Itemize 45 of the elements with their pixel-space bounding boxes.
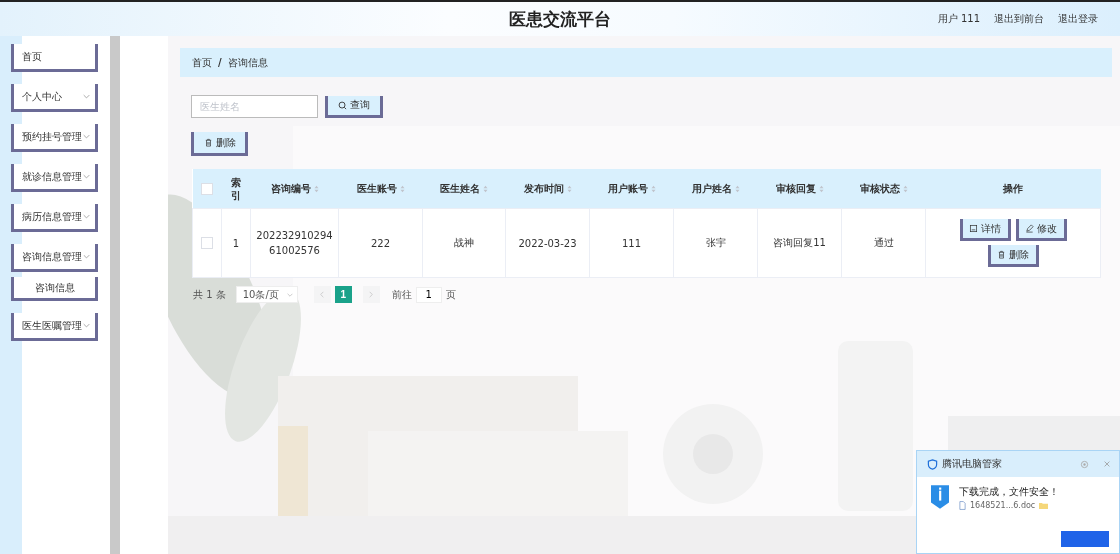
edit-button[interactable]: 修改 <box>1015 219 1067 241</box>
table-cell: 2022-03-23 <box>518 237 577 249</box>
search-button[interactable]: 查询 <box>325 95 383 118</box>
sidebar-item[interactable]: 首页 <box>11 44 98 72</box>
breadcrumb-link[interactable]: 首页 <box>192 55 212 70</box>
column-header[interactable]: 用户账号 <box>607 181 648 196</box>
table-cell: 111 <box>621 237 642 249</box>
sidebar-item[interactable]: 个人中心 <box>11 84 98 112</box>
column-header[interactable]: 发布时间 <box>523 181 564 196</box>
column-header[interactable]: 医生姓名 <box>440 181 480 196</box>
column-header[interactable]: 医生账号 <box>356 181 397 196</box>
column-header[interactable]: 审核回复 <box>775 181 816 196</box>
goto-label: 前往 <box>391 287 412 302</box>
sidebar-item[interactable]: 病历信息管理 <box>11 204 98 232</box>
breadcrumb-separator: / <box>218 57 222 68</box>
column-header[interactable]: 审核状态 <box>859 181 900 196</box>
table-cell: 战神 <box>454 237 474 248</box>
sidebar-item[interactable]: 医生医嘱管理 <box>11 313 98 341</box>
table-cell: 张宇 <box>705 237 726 248</box>
header-link[interactable]: 退出登录 <box>1058 12 1098 26</box>
header-link[interactable]: 退出到前台 <box>994 12 1044 26</box>
page-suffix: 页 <box>445 287 456 302</box>
breadcrumb-link[interactable]: 咨询信息 <box>227 55 268 70</box>
sidebar-item[interactable]: 预约挂号管理 <box>11 124 98 152</box>
table-cell: 咨询回复11 <box>773 237 826 248</box>
header-link[interactable]: 用户 111 <box>937 12 980 26</box>
sidebar-subitem[interactable]: 咨询信息 <box>11 277 98 301</box>
notification-title: 腾讯电脑管家 <box>942 457 1003 471</box>
detail-button[interactable]: 详情 <box>959 219 1011 241</box>
column-header[interactable]: 用户姓名 <box>691 181 732 196</box>
app-title: 医患交流平台 <box>509 7 611 31</box>
column-header[interactable]: 咨询编号 <box>270 181 311 196</box>
notification-message: 下载完成，文件安全！ <box>959 485 1059 499</box>
file-link[interactable]: 1648521...6.doc <box>970 501 1036 510</box>
page-size-select[interactable]: 10条/页 <box>235 286 298 303</box>
table-cell-text: 20223291029461002576 <box>255 229 334 258</box>
table-cell: 222 <box>370 237 391 249</box>
sidebar-item[interactable]: 就诊信息管理 <box>11 164 98 192</box>
table-cell: 1 <box>232 237 240 249</box>
delete-button[interactable]: 删除 <box>191 132 248 156</box>
delete-button[interactable]: 删除 <box>987 245 1039 267</box>
column-header[interactable]: 操作 <box>1003 181 1023 196</box>
total-count: 共 1 条 <box>193 287 226 302</box>
sidebar-item[interactable]: 咨询信息管理 <box>11 244 98 272</box>
table-cell: 通过 <box>873 237 894 248</box>
